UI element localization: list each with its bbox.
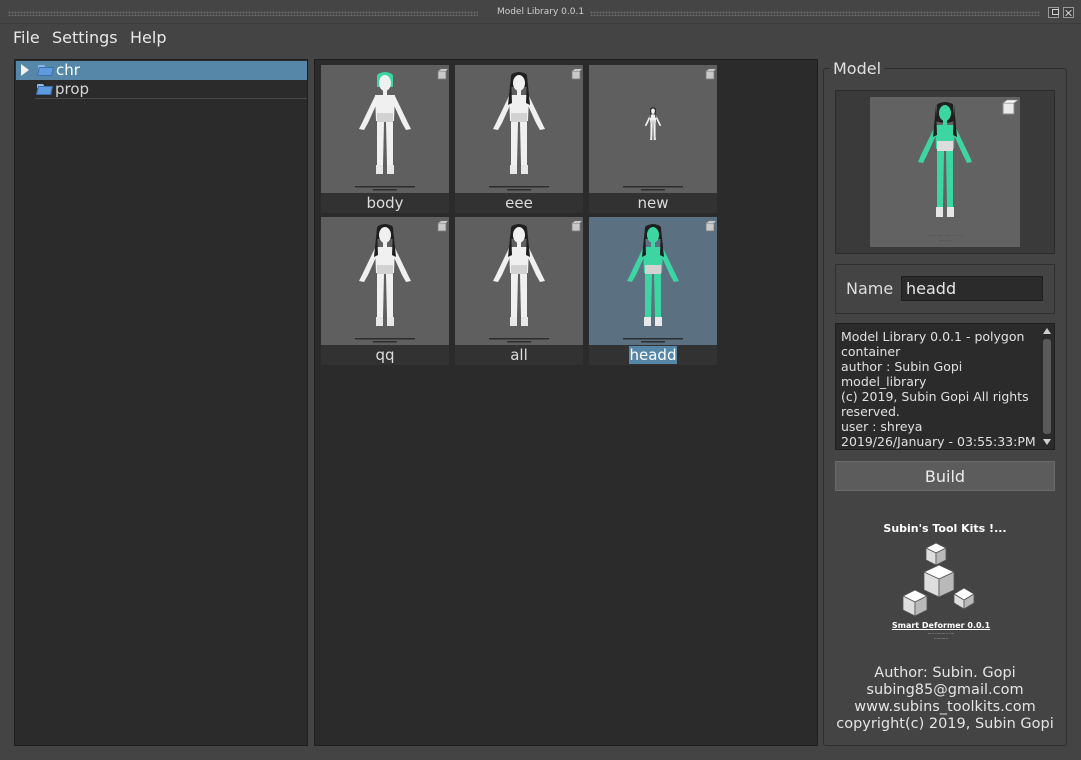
model-thumbnail[interactable] (321, 217, 449, 345)
model-label-text: eee (505, 194, 533, 212)
title-bar[interactable]: Model Library 0.0.1 (0, 0, 1081, 24)
info-text: Model Library 0.0.1 - polygon container … (841, 329, 1041, 449)
model-thumbnail[interactable] (321, 65, 449, 193)
model-label-text: headd (628, 346, 678, 364)
model-preview-image: ··· ···· ······ ······ ··· ·· ··· ······… (870, 97, 1020, 247)
tree-item-label: chr (56, 61, 80, 79)
credits-email: subing85@gmail.com (866, 682, 1024, 698)
scroll-up-arrow-icon[interactable] (1043, 328, 1051, 334)
info-line: model_library (841, 374, 927, 389)
model-label: headd (589, 345, 717, 365)
logo-subtitle: Smart Deformer 0.0.1 (891, 621, 991, 630)
model-thumbnail[interactable] (455, 217, 583, 345)
model-label-text: body (366, 194, 404, 212)
model-group-title: Model (830, 59, 885, 78)
name-label: Name (846, 279, 894, 298)
info-text-area[interactable]: Model Library 0.0.1 - polygon container … (835, 323, 1055, 450)
build-button[interactable]: Build (835, 461, 1055, 491)
cubes-logo-icon (902, 542, 975, 617)
svg-text:······ ····: ······ ···· (939, 239, 951, 243)
folder-icon (37, 65, 54, 76)
scroll-down-arrow-icon[interactable] (1043, 439, 1051, 445)
model-tile[interactable]: new (589, 65, 717, 213)
tree-item-label: prop (55, 80, 90, 98)
info-line: author : Subin Gopi (841, 359, 963, 374)
menu-bar: File Settings Help (0, 24, 1081, 52)
folder-tree[interactable]: chr prop (14, 59, 308, 746)
model-label-text: all (510, 346, 528, 364)
info-line: user : shreya (841, 419, 923, 434)
model-label-text: qq (375, 346, 395, 364)
credits-author: Author: Subin. Gopi (874, 665, 1016, 681)
info-line: reserved. (841, 404, 900, 419)
info-line: container (841, 344, 901, 359)
scroll-thumb[interactable] (1043, 339, 1051, 434)
svg-text:··· ···· ······ ······ ··· ··: ··· ···· ······ ······ ··· ·· ··· (927, 234, 964, 238)
model-grid[interactable]: body eee new qq all headd (314, 59, 818, 746)
info-line: 2019/26/January - 03:55:33:PM (841, 434, 1036, 449)
close-button[interactable] (1063, 7, 1074, 18)
model-thumbnail[interactable] (455, 65, 583, 193)
tree-item-chr[interactable]: chr (16, 61, 307, 80)
model-thumbnail[interactable] (589, 65, 717, 193)
model-label-text: new (637, 194, 669, 212)
menu-help[interactable]: Help (130, 28, 166, 47)
model-tile[interactable]: qq (321, 217, 449, 365)
expand-arrow-icon[interactable] (21, 64, 29, 76)
window-title: Model Library 0.0.1 (0, 7, 1081, 17)
info-scrollbar[interactable] (1041, 326, 1053, 448)
model-tile[interactable]: body (321, 65, 449, 213)
menu-settings[interactable]: Settings (52, 28, 118, 47)
name-input[interactable] (901, 276, 1043, 301)
model-label: qq (321, 345, 449, 365)
logo-fineprint: ····· ·········· ···· ··········· (927, 631, 955, 641)
restore-button[interactable] (1048, 7, 1059, 18)
info-line: (c) 2019, Subin Gopi All rights (841, 389, 1029, 404)
model-tile[interactable]: headd (589, 217, 717, 365)
credits-copyright: copyright(c) 2019, Subin Gopi (836, 716, 1054, 732)
model-label: all (455, 345, 583, 365)
credits: Author: Subin. Gopi subing85@gmail.com w… (825, 665, 1065, 733)
model-thumbnail[interactable] (589, 217, 717, 345)
credits-website: www.subins_toolkits.com (854, 699, 1036, 715)
logo-title: Subin's Tool Kits !... (883, 522, 1007, 535)
model-label: new (589, 193, 717, 213)
model-label: body (321, 193, 449, 213)
folder-icon (36, 84, 53, 95)
info-line: Model Library 0.0.1 - polygon (841, 329, 1025, 344)
menu-file[interactable]: File (13, 28, 40, 47)
tree-item-prop[interactable]: prop (35, 80, 307, 99)
model-tile[interactable]: eee (455, 65, 583, 213)
model-tile[interactable]: all (455, 217, 583, 365)
model-label: eee (455, 193, 583, 213)
